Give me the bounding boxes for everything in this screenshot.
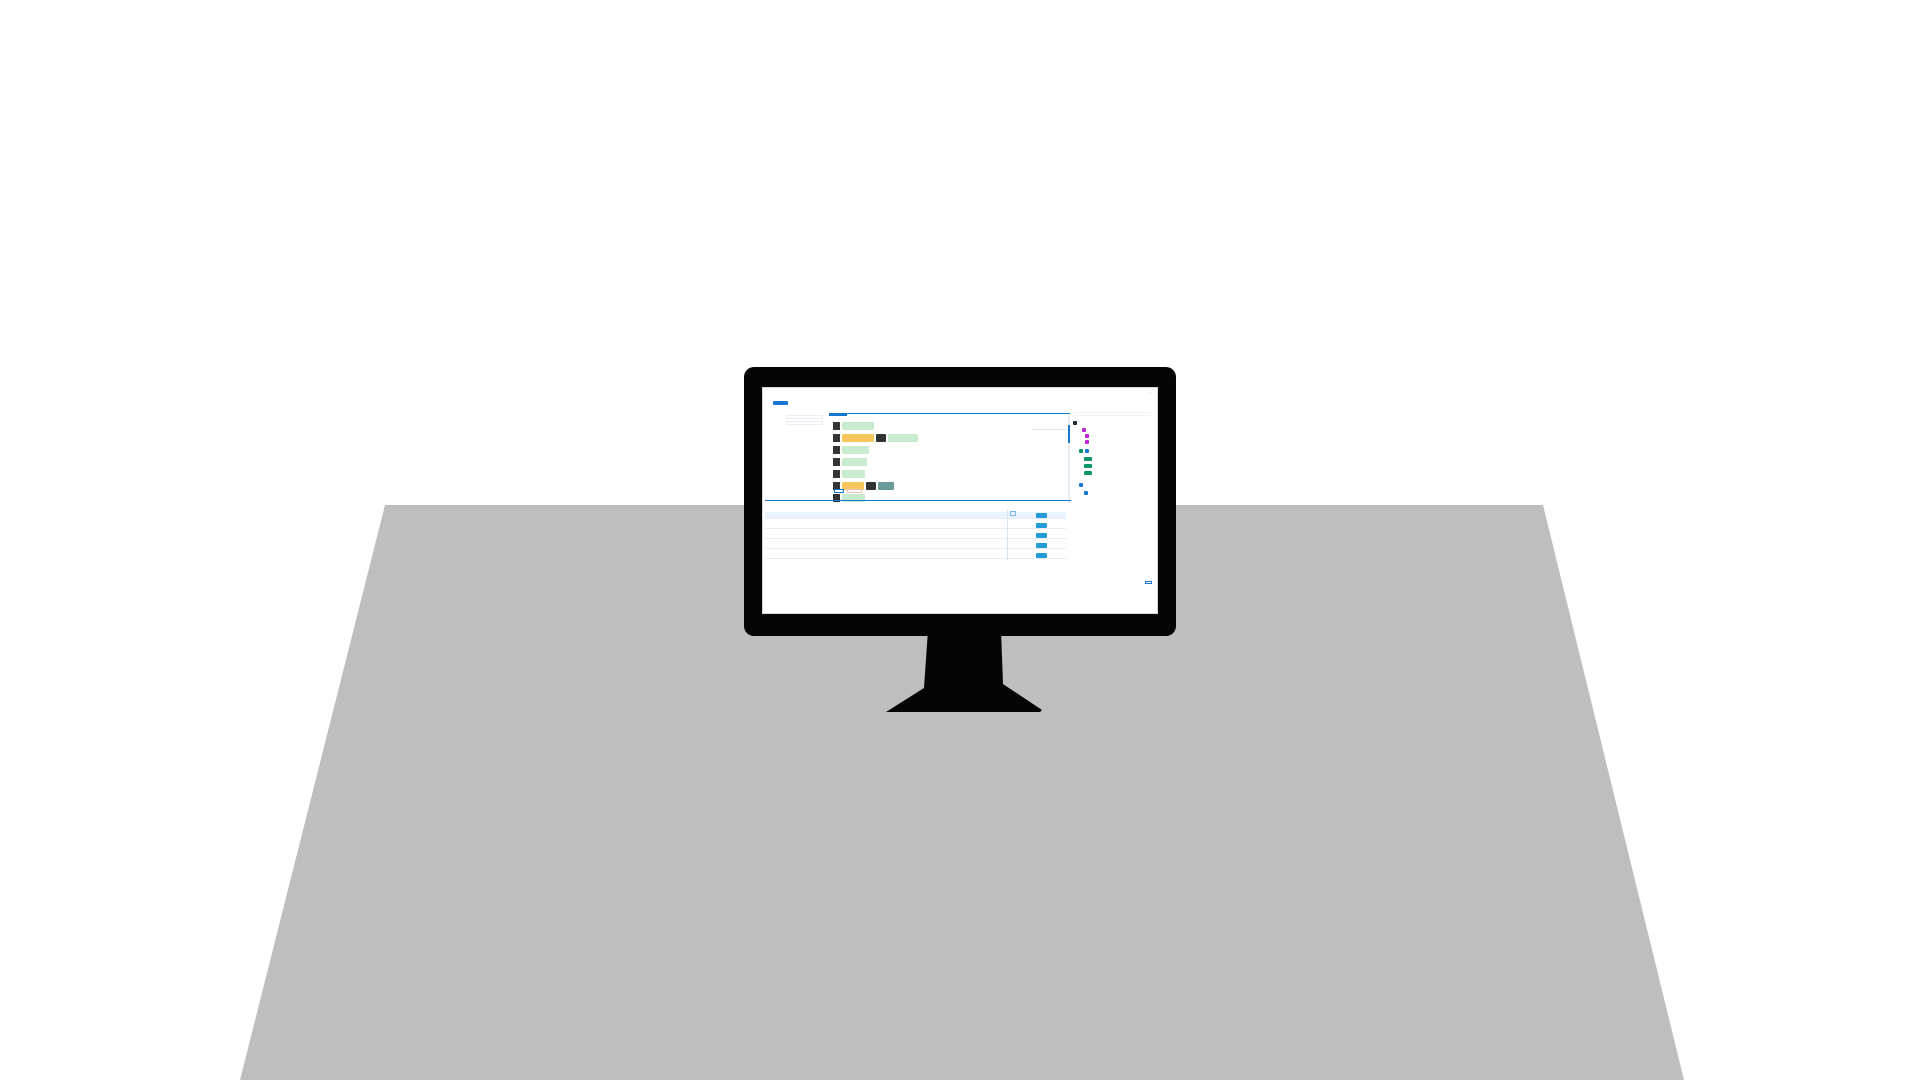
- tree-item[interactable]: [1079, 448, 1091, 453]
- green-block-icon: [1084, 470, 1092, 475]
- tree-item[interactable]: [1073, 420, 1079, 425]
- purple-block-icon: [1082, 427, 1086, 432]
- diagram-tab[interactable]: [850, 413, 868, 416]
- row-action-button[interactable]: [1036, 532, 1047, 538]
- diagram-scrollbar[interactable]: [1068, 415, 1070, 503]
- right-side-panel: [1073, 412, 1153, 602]
- tree-item[interactable]: [1084, 463, 1094, 468]
- diagram-node[interactable]: [842, 434, 874, 442]
- diagram-node[interactable]: [842, 422, 874, 430]
- diagram-node[interactable]: [876, 434, 886, 442]
- close-button[interactable]: ×: [1148, 392, 1152, 394]
- table-row-selected[interactable]: [765, 512, 1066, 519]
- row-action-button[interactable]: [1036, 542, 1047, 548]
- diagram-node[interactable]: [888, 434, 918, 442]
- nav-item[interactable]: [814, 401, 818, 405]
- blue-block-icon: [1085, 448, 1089, 453]
- table-row[interactable]: [765, 532, 1066, 539]
- diagram-footer-delete-button[interactable]: [847, 489, 862, 493]
- diagram-tabs: [829, 413, 868, 416]
- tree-item[interactable]: [1084, 470, 1094, 475]
- row-handle[interactable]: [833, 422, 840, 430]
- nav-item[interactable]: [804, 401, 808, 405]
- pagination: [999, 571, 1026, 574]
- right-panel-button[interactable]: [1145, 581, 1152, 584]
- row-action-button[interactable]: [1036, 512, 1047, 518]
- row-handle[interactable]: [833, 458, 840, 466]
- tree-item[interactable]: [1084, 456, 1094, 461]
- data-table: [765, 500, 1071, 572]
- monitor-neck: [886, 630, 1042, 712]
- row-action-button[interactable]: [1036, 522, 1047, 528]
- diagram-node[interactable]: [878, 482, 894, 490]
- diagram-search[interactable]: [1032, 427, 1067, 430]
- monitor-screen: – ×: [762, 387, 1158, 614]
- tree-item[interactable]: [1079, 482, 1085, 487]
- diagram-footer-button[interactable]: [834, 489, 844, 493]
- nav-item-active[interactable]: [773, 401, 788, 405]
- green-block-icon: [1079, 448, 1083, 453]
- blue-block-icon: [1079, 482, 1083, 487]
- diagram-panel: [829, 413, 1070, 504]
- pagination-item[interactable]: [1023, 571, 1026, 574]
- diagram-node[interactable]: [866, 482, 876, 490]
- diagram-tab-active[interactable]: [829, 413, 847, 416]
- row-action-button[interactable]: [1036, 552, 1047, 558]
- blue-block-icon: [1084, 490, 1088, 495]
- nav-item[interactable]: [824, 401, 828, 405]
- diagram-row: [833, 445, 869, 455]
- window-controls: – ×: [1140, 392, 1152, 394]
- pagination-item[interactable]: [1011, 571, 1014, 574]
- tree-item[interactable]: [1082, 427, 1088, 432]
- purple-block-icon: [1085, 439, 1089, 444]
- table-row[interactable]: [765, 522, 1066, 529]
- table-scroll-thumb[interactable]: [1010, 511, 1016, 516]
- filter-input[interactable]: [786, 415, 823, 419]
- right-panel-detail: [1073, 558, 1103, 578]
- green-block-icon: [1084, 456, 1092, 461]
- pagination-item[interactable]: [999, 571, 1002, 574]
- diagram-row: [833, 433, 918, 443]
- monitor-frame: – ×: [744, 367, 1176, 636]
- table-header: [765, 506, 1066, 510]
- tree-item[interactable]: [1085, 433, 1091, 438]
- pagination-item[interactable]: [1005, 571, 1008, 574]
- right-panel-search[interactable]: [1073, 412, 1151, 416]
- table-row[interactable]: [765, 552, 1066, 559]
- computer-monitor-scene: – ×: [0, 0, 1920, 1080]
- diagram-row: [833, 457, 867, 467]
- green-block-icon: [1084, 463, 1092, 468]
- folder-icon: [1073, 420, 1077, 425]
- purple-block-icon: [1085, 433, 1089, 438]
- table-row[interactable]: [765, 542, 1066, 549]
- diagram-row: [833, 421, 874, 431]
- table-scrollbar[interactable]: [1007, 510, 1017, 560]
- filter-input[interactable]: [786, 421, 823, 425]
- row-handle[interactable]: [833, 470, 840, 478]
- diagram-row: [833, 469, 865, 479]
- tree-item[interactable]: [1084, 490, 1090, 495]
- top-navigation: [773, 401, 828, 405]
- row-handle[interactable]: [833, 434, 840, 442]
- nav-item[interactable]: [794, 401, 798, 405]
- diagram-scroll-thumb[interactable]: [1068, 425, 1070, 443]
- pagination-item[interactable]: [1017, 571, 1020, 574]
- diagram-node[interactable]: [842, 470, 865, 478]
- diagram-node[interactable]: [842, 446, 869, 454]
- tree-item[interactable]: [1085, 439, 1091, 444]
- minimize-button[interactable]: –: [1140, 392, 1144, 394]
- diagram-node[interactable]: [842, 458, 867, 466]
- left-filter-panel: [770, 415, 828, 469]
- row-handle[interactable]: [833, 446, 840, 454]
